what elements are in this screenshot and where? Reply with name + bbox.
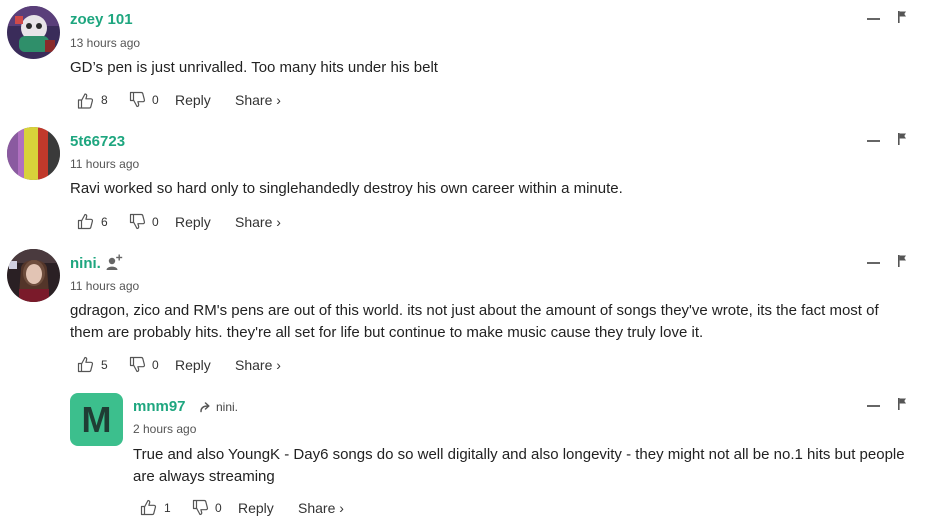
flag-icon[interactable] bbox=[897, 133, 907, 145]
like-count: 5 bbox=[101, 358, 108, 372]
reply-to-indicator[interactable]: nini. bbox=[200, 400, 238, 414]
avatar[interactable] bbox=[7, 6, 60, 59]
avatar[interactable] bbox=[7, 249, 60, 302]
like-count: 1 bbox=[164, 501, 171, 515]
thumbs-up-icon[interactable] bbox=[140, 499, 157, 516]
like-count: 8 bbox=[101, 93, 108, 107]
dislike-count: 0 bbox=[152, 93, 159, 107]
dislike-count: 0 bbox=[152, 215, 159, 229]
comment-text: GD’s pen is just unrivalled. Too many hi… bbox=[70, 59, 438, 76]
share-button[interactable]: Share › bbox=[298, 499, 344, 517]
collapse-icon[interactable] bbox=[867, 18, 880, 20]
comment-actions: 1 0 Reply Share › bbox=[140, 498, 400, 518]
thumbs-up-icon[interactable] bbox=[77, 356, 94, 373]
thumbs-up-icon[interactable] bbox=[77, 91, 94, 111]
comment-text: True and also YoungK - Day6 songs do so … bbox=[133, 446, 905, 485]
avatar[interactable]: M bbox=[70, 393, 123, 446]
share-button[interactable]: Share › bbox=[235, 213, 281, 231]
thumbs-down-icon[interactable] bbox=[129, 213, 146, 230]
timestamp[interactable]: 13 hours ago bbox=[70, 36, 140, 50]
add-friend-icon[interactable] bbox=[106, 253, 124, 271]
reply-button[interactable]: Reply bbox=[175, 356, 211, 374]
reply-arrow-icon bbox=[200, 401, 210, 412]
avatar-letter: M bbox=[81, 398, 112, 440]
comment-text: Ravi worked so hard only to singlehanded… bbox=[70, 180, 623, 197]
dislike-count: 0 bbox=[215, 501, 222, 515]
username[interactable]: nini. bbox=[70, 255, 101, 273]
username[interactable]: zoey 101 bbox=[70, 11, 133, 29]
username[interactable]: 5t66723 bbox=[70, 133, 125, 151]
reply-to-name[interactable]: nini. bbox=[216, 400, 238, 414]
comment: nini. 11 hours ago gdragon, zico and RM'… bbox=[0, 242, 925, 382]
comment: 5t66723 11 hours ago Ravi worked so hard… bbox=[0, 120, 925, 242]
thumbs-up-icon[interactable] bbox=[77, 213, 94, 230]
reply-button[interactable]: Reply bbox=[175, 91, 211, 109]
share-button[interactable]: Share › bbox=[235, 91, 281, 109]
flag-icon[interactable] bbox=[897, 398, 907, 410]
reply-comment: M mnm97 nini. 2 hours ago True and also … bbox=[0, 382, 925, 525]
comment-actions: 5 0 Reply Share › bbox=[77, 355, 337, 375]
thumbs-down-icon[interactable] bbox=[129, 91, 146, 108]
reply-button[interactable]: Reply bbox=[238, 499, 274, 517]
comment-actions: 8 0 Reply Share › bbox=[77, 90, 337, 110]
timestamp[interactable]: 11 hours ago bbox=[70, 157, 139, 171]
collapse-icon[interactable] bbox=[867, 140, 880, 142]
dislike-count: 0 bbox=[152, 358, 159, 372]
comment-text: gdragon, zico and RM's pens are out of t… bbox=[70, 302, 879, 341]
flag-icon[interactable] bbox=[897, 11, 907, 23]
share-button[interactable]: Share › bbox=[235, 356, 281, 374]
thumbs-down-icon[interactable] bbox=[129, 356, 146, 373]
comment-actions: 6 0 Reply Share › bbox=[77, 212, 337, 232]
like-count: 6 bbox=[101, 215, 108, 229]
comment: zoey 101 13 hours ago GD’s pen is just u… bbox=[0, 0, 925, 120]
timestamp[interactable]: 11 hours ago bbox=[70, 279, 139, 293]
flag-icon[interactable] bbox=[897, 255, 907, 267]
username[interactable]: mnm97 bbox=[133, 398, 186, 416]
thumbs-down-icon[interactable] bbox=[192, 499, 209, 516]
reply-button[interactable]: Reply bbox=[175, 213, 211, 231]
collapse-icon[interactable] bbox=[867, 405, 880, 407]
timestamp[interactable]: 2 hours ago bbox=[133, 422, 196, 436]
avatar[interactable] bbox=[7, 127, 60, 180]
collapse-icon[interactable] bbox=[867, 262, 880, 264]
